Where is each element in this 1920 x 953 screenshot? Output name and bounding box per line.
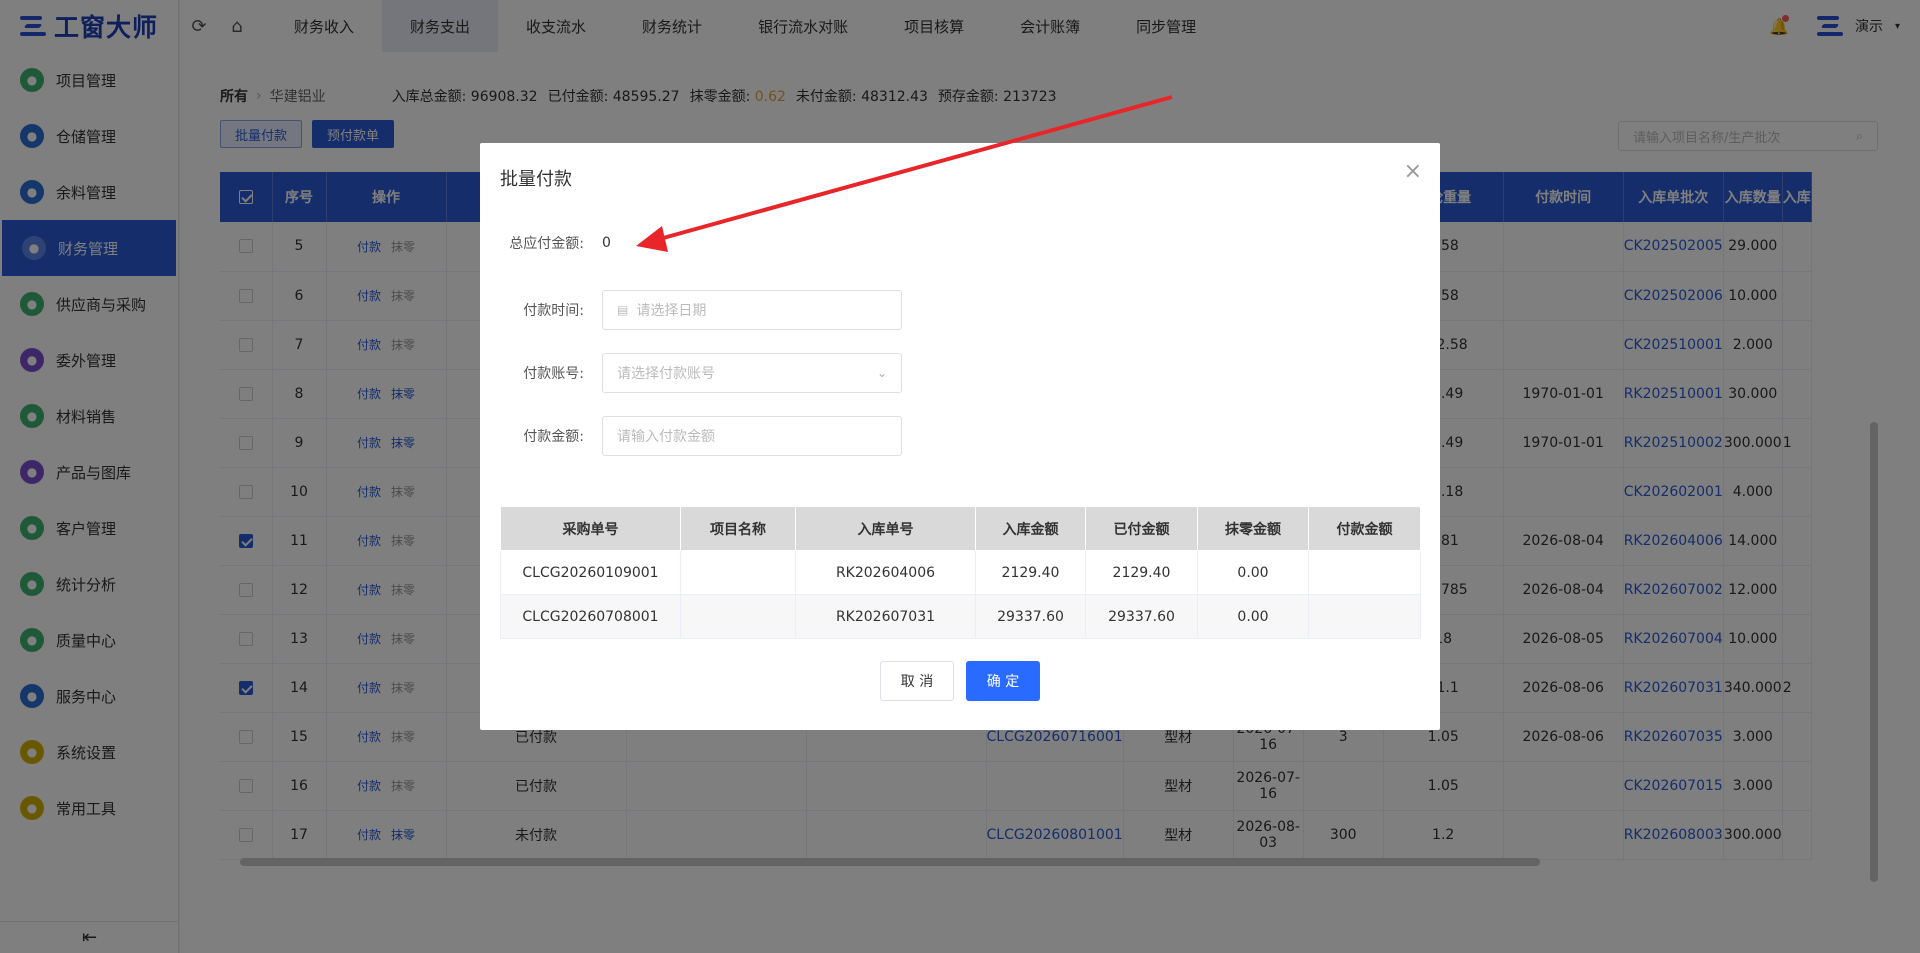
pay-amount-input[interactable]: 请输入付款金额 [602,416,902,456]
modal-column-header: 入库金额 [975,506,1086,551]
total-payable-label: 总应付金额: [509,236,584,252]
modal-cell: RK202607031 [795,594,976,639]
modal-column-header: 付款金额 [1308,506,1421,551]
modal-column-header: 已付金额 [1085,506,1198,551]
modal-cell: 0.00 [1197,594,1309,639]
modal-cell: 2129.40 [1085,550,1198,595]
modal-table-row: CLCG20260708001 RK202607031 29337.60 29337.… [500,594,1421,639]
pay-account-placeholder: 请选择付款账号 [617,366,715,382]
modal-cell: CLCG20260109001 [500,550,681,595]
modal-cell: 2129.40 [975,550,1086,595]
pay-time-placeholder: 请选择日期 [636,303,707,319]
modal-cell: 0.00 [1197,550,1309,595]
modal-cell: 29337.60 [975,594,1086,639]
modal-column-header: 采购单号 [500,506,681,551]
modal-cell [680,594,796,639]
total-payable-value: 0 [602,235,611,251]
cancel-button[interactable]: 取 消 [880,661,954,701]
pay-time-row: 付款时间: ▤ 请选择日期 [500,290,902,330]
batch-pay-table: 采购单号 项目名称 入库单号 入库金额 已付金额 抹零金额 付款金额 CLCG2026010… [500,506,1421,639]
modal-table-row: CLCG20260109001 RK202604006 2129.40 2129.40… [500,550,1421,595]
batch-pay-dialog: 批量付款 × 总应付金额: 0 付款时间: ▤ 请选择日期 付款账号: 请选择付… [480,143,1440,730]
confirm-button[interactable]: 确 定 [966,661,1040,701]
chevron-down-icon: ⌄ [876,366,887,380]
pay-account-row: 付款账号: 请选择付款账号 ⌄ [500,353,902,393]
batch-pay-table-header: 采购单号 项目名称 入库单号 入库金额 已付金额 抹零金额 付款金额 [500,506,1421,551]
modal-cell: RK202604006 [795,550,976,595]
batch-pay-table-body: CLCG20260109001 RK202604006 2129.40 2129.40… [500,550,1421,639]
modal-column-header: 抹零金额 [1197,506,1309,551]
pay-account-label: 付款账号: [523,366,584,382]
calendar-icon: ▤ [617,303,629,317]
modal-cell: CLCG20260708001 [500,594,681,639]
pay-time-label: 付款时间: [523,303,584,319]
modal-cell[interactable] [1308,594,1421,639]
modal-cell[interactable] [1308,550,1421,595]
dialog-title: 批量付款 [500,169,572,190]
pay-amount-row: 付款金额: 请输入付款金额 [500,416,902,456]
modal-cell: 29337.60 [1085,594,1198,639]
modal-column-header: 入库单号 [795,506,976,551]
modal-column-header: 项目名称 [680,506,796,551]
dialog-footer: 取 消 确 定 [480,661,1440,701]
pay-account-select[interactable]: 请选择付款账号 ⌄ [602,353,902,393]
total-payable-row: 总应付金额: 0 [500,233,611,253]
close-icon[interactable]: × [1404,159,1422,184]
pay-amount-placeholder: 请输入付款金额 [617,429,715,445]
pay-amount-label: 付款金额: [523,429,584,445]
modal-cell [680,550,796,595]
pay-time-date-picker[interactable]: ▤ 请选择日期 [602,290,902,330]
